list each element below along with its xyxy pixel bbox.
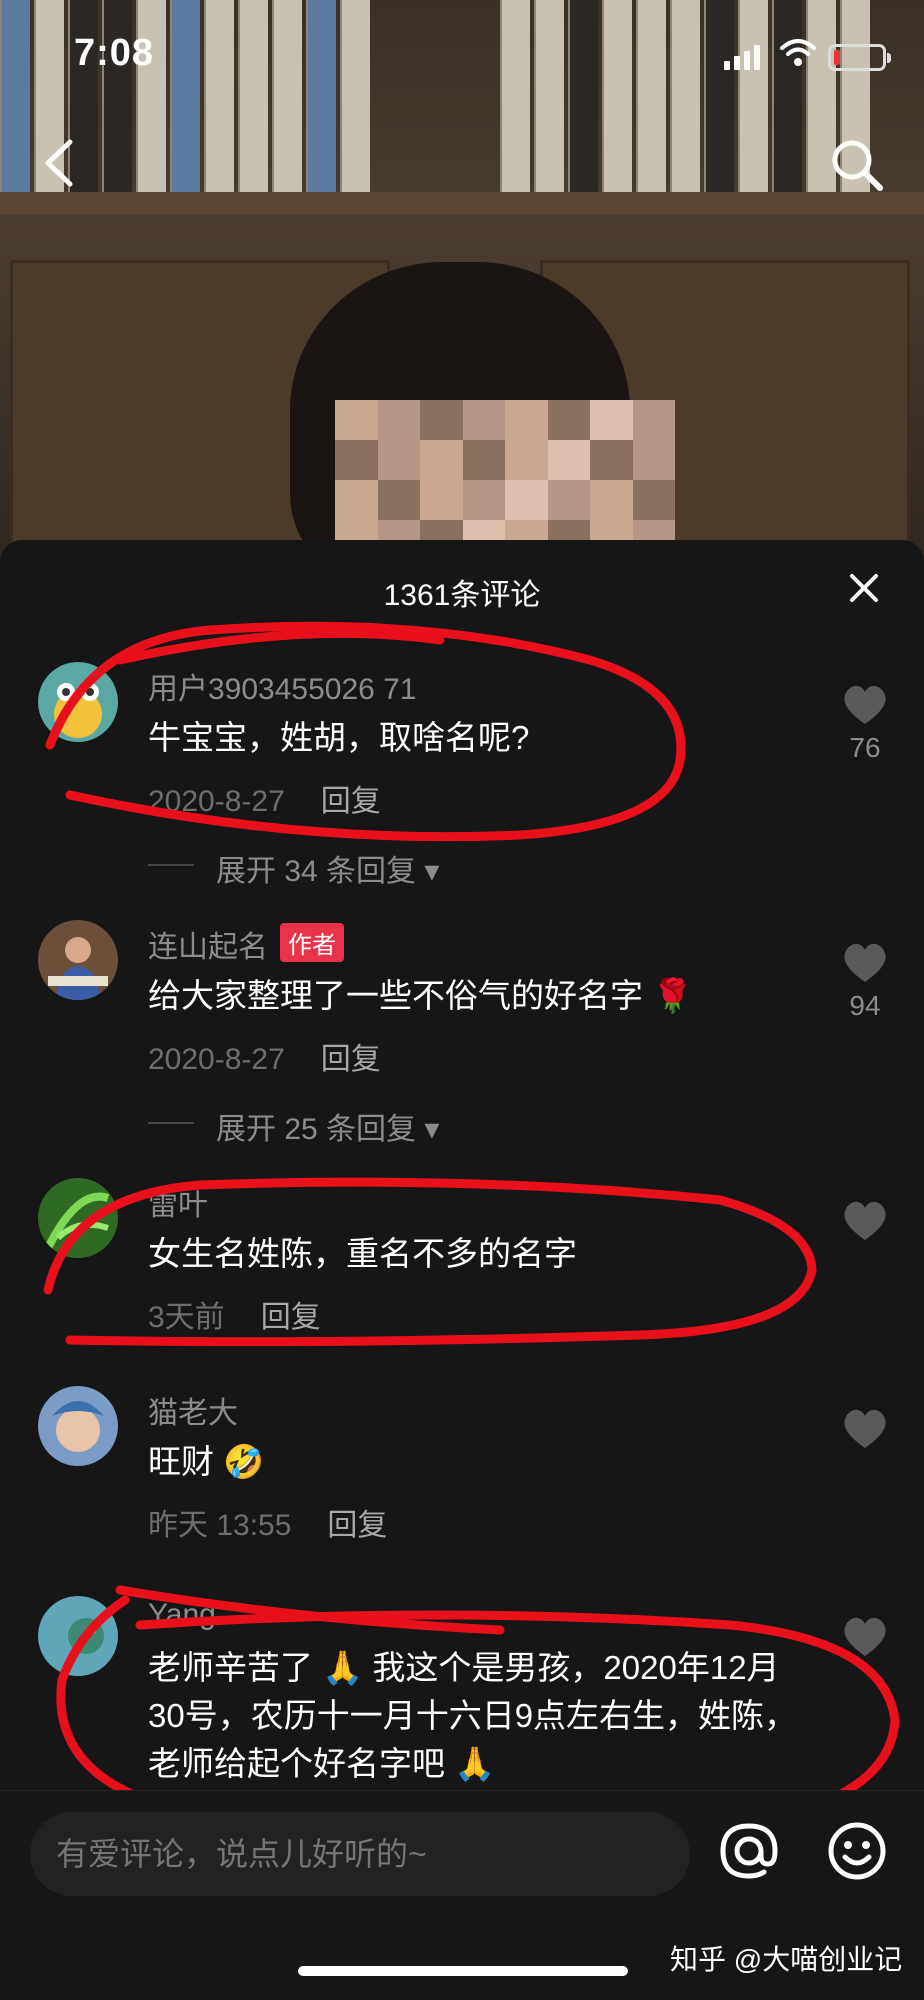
avatar[interactable] (38, 662, 118, 742)
comment-date: 昨天 13:55 (148, 1509, 292, 1542)
like-button[interactable] (838, 1198, 892, 1248)
comment-date: 3天前 (148, 1301, 225, 1334)
like-button[interactable]: 94 (838, 940, 892, 1022)
heart-icon (844, 1617, 886, 1656)
comment-text: 给大家整理了一些不俗气的好名字 🌹 (148, 977, 694, 1014)
like-button[interactable] (838, 1406, 892, 1456)
avatar[interactable] (38, 920, 118, 1000)
comment-username[interactable]: 雷叶 (148, 1180, 208, 1224)
status-time: 7:08 (74, 32, 155, 74)
reply-button[interactable]: 回复 (327, 1509, 387, 1542)
reply-button[interactable]: 回复 (261, 1301, 321, 1334)
comment-username[interactable]: 猫老大 (148, 1388, 238, 1432)
comment-date: 2020-8-27 (148, 1043, 285, 1076)
like-count: 76 (849, 732, 881, 763)
like-button[interactable]: 76 (838, 682, 892, 764)
heart-icon (844, 1409, 886, 1448)
status-bar: 7:08 (0, 0, 924, 110)
battery-icon (828, 44, 891, 71)
comment-date: 2020-8-27 (148, 785, 285, 818)
author-badge: 作者 (280, 923, 344, 962)
comment-input[interactable] (30, 1812, 690, 1896)
avatar[interactable] (38, 1178, 118, 1258)
comment-meta: 2020-8-27 回复 (148, 776, 381, 820)
heart-icon (844, 943, 886, 982)
reply-button[interactable]: 回复 (321, 1043, 381, 1076)
home-indicator (298, 1966, 628, 1976)
comment-text: 旺财 🤣 (148, 1443, 265, 1480)
close-icon[interactable] (848, 572, 880, 604)
back-icon[interactable] (40, 138, 80, 188)
search-icon[interactable] (828, 136, 884, 192)
avatar[interactable] (38, 1386, 118, 1466)
heart-icon (844, 685, 886, 724)
comment-meta: 3天前 回复 (148, 1292, 321, 1336)
comment-text: 女生名姓陈，重名不多的名字 (148, 1235, 577, 1272)
expand-replies[interactable]: 展开 34 条回复 ▾ (148, 846, 439, 890)
expand-replies[interactable]: 展开 25 条回复 ▾ (148, 1104, 439, 1148)
comment-username[interactable]: 用户3903455026 71 (148, 664, 417, 708)
watermark: 知乎 @大喵创业记 (670, 1944, 903, 1975)
like-count: 94 (849, 990, 881, 1021)
comment-text: 牛宝宝，姓胡，取啥名呢? (148, 719, 530, 756)
comment-username[interactable]: Yang (148, 1598, 216, 1632)
shelf-board (0, 192, 924, 214)
pixelated-face (335, 400, 675, 560)
avatar[interactable] (38, 1596, 118, 1676)
wifi-icon (780, 39, 816, 66)
heart-icon (844, 1201, 886, 1240)
reply-button[interactable]: 回复 (321, 785, 381, 818)
mention-icon[interactable] (718, 1820, 780, 1882)
comment-meta: 2020-8-27 回复 (148, 1034, 381, 1078)
comment-count-title: 1361条评论 (383, 579, 541, 612)
like-button[interactable] (838, 1614, 892, 1664)
signal-icon (724, 44, 760, 70)
emoji-icon[interactable] (826, 1820, 888, 1882)
comment-text: 老师辛苦了 🙏 我这个是男孩，2020年12月30号，农历十一月十六日9点左右生… (148, 1649, 798, 1782)
comment-meta: 昨天 13:55 回复 (148, 1500, 387, 1544)
comment-username[interactable]: 连山起名 作者 (148, 922, 344, 966)
